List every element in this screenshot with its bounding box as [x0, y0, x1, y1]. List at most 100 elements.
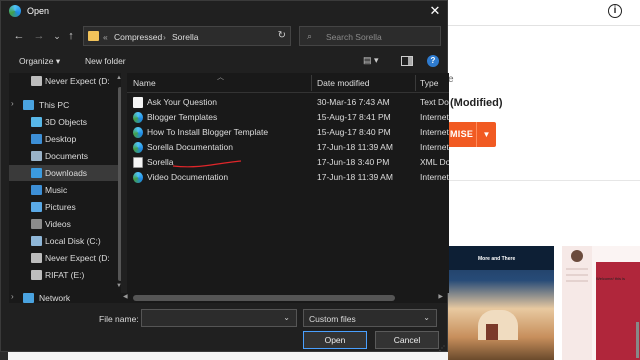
file-type: Text Do: [420, 97, 449, 107]
chevron-down-icon[interactable]: ▼: [476, 122, 496, 147]
buy-button-label: MISE: [450, 129, 474, 139]
resize-grip-icon[interactable]: ⋰: [439, 345, 447, 353]
breadcrumb-overflow[interactable]: «: [103, 32, 108, 42]
close-icon[interactable]: ✕: [427, 3, 443, 19]
theme-title: (Modified): [450, 97, 503, 109]
thumbnail-building: [478, 310, 518, 340]
address-bar[interactable]: « Compressed › Sorella ⌄ ↻: [83, 26, 343, 46]
breadcrumb-item[interactable]: Compressed: [114, 32, 162, 42]
edge-icon: [9, 5, 21, 17]
search-icon: ⌕: [307, 31, 313, 41]
column-date-modified[interactable]: Date modified: [317, 78, 369, 88]
column-divider[interactable]: [311, 75, 312, 91]
sort-ascending-icon: ︿: [217, 74, 224, 81]
desktop-icon: [31, 134, 42, 144]
thumbnail-line: [566, 280, 588, 282]
back-arrow-icon[interactable]: ←: [11, 27, 27, 45]
sidebar-item-videos[interactable]: Videos: [9, 216, 121, 232]
file-list: ︿ Name Date modified Type Ask Your Quest…: [127, 73, 449, 293]
column-type[interactable]: Type: [420, 78, 438, 88]
folder-icon: [88, 31, 99, 41]
up-arrow-icon[interactable]: ↑: [63, 27, 79, 45]
scroll-right-icon[interactable]: ▶: [438, 293, 443, 300]
sidebar-item-network[interactable]: › Network: [9, 290, 121, 303]
search-box[interactable]: ⌕ Search Sorella: [299, 26, 441, 46]
file-type: Internet: [420, 127, 449, 137]
sidebar-item-local-disk-c[interactable]: Local Disk (C:): [9, 233, 121, 249]
view-options-icon[interactable]: ▤ ▾: [363, 55, 379, 66]
column-name[interactable]: Name: [133, 78, 156, 88]
sidebar-item-label: Videos: [45, 219, 71, 229]
chevron-right-icon[interactable]: ›: [11, 292, 14, 301]
file-row[interactable]: Sorella 17-Jun-18 3:40 PM XML Do: [127, 155, 449, 170]
preview-pane-icon[interactable]: [401, 56, 413, 66]
forward-arrow-icon[interactable]: →: [31, 27, 47, 45]
sidebar-item-downloads[interactable]: Downloads: [9, 165, 121, 181]
refresh-icon[interactable]: ↻: [278, 30, 286, 41]
file-row[interactable]: How To Install Blogger Template 15-Aug-1…: [127, 125, 449, 140]
file-date: 15-Aug-17 8:41 PM: [317, 112, 391, 122]
file-row[interactable]: Ask Your Question 30-Mar-16 7:43 AM Text…: [127, 95, 449, 110]
sidebar-item-label: Music: [45, 185, 68, 195]
sidebar-item-label: Downloads: [45, 168, 88, 178]
file-name: Blogger Templates: [147, 112, 218, 122]
organize-button[interactable]: Organize ▾: [19, 56, 60, 67]
drive-icon: [31, 76, 42, 86]
sidebar-item-label: Desktop: [45, 134, 77, 144]
scroll-left-icon[interactable]: ◀: [123, 293, 128, 300]
file-name: How To Install Blogger Template: [147, 127, 269, 137]
sidebar-item-this-pc[interactable]: › This PC: [9, 97, 121, 113]
dialog-title: Open: [27, 6, 50, 16]
file-row[interactable]: Video Documentation 17-Jun-18 11:39 AM I…: [127, 170, 449, 185]
new-folder-button[interactable]: New folder: [85, 56, 126, 66]
column-header: ︿ Name Date modified Type: [127, 73, 449, 93]
file-row[interactable]: Sorella Documentation 17-Jun-18 11:39 AM…: [127, 140, 449, 155]
file-name-input[interactable]: ⌄: [141, 309, 297, 327]
file-date: 17-Jun-18 3:40 PM: [317, 157, 390, 167]
sidebar-item-documents[interactable]: Documents: [9, 148, 121, 164]
chevron-down-icon[interactable]: ⌄: [283, 313, 290, 322]
chevron-down-icon[interactable]: ⌄: [423, 313, 430, 322]
page-scrollbar[interactable]: [636, 322, 639, 358]
sidebar-item-desktop[interactable]: Desktop: [9, 131, 121, 147]
buy-button[interactable]: MISE ▼: [448, 122, 496, 147]
xml-file-icon: [133, 157, 143, 168]
file-row[interactable]: Blogger Templates 15-Aug-17 8:41 PM Inte…: [127, 110, 449, 125]
cube-icon: [31, 117, 42, 127]
open-button[interactable]: Open: [303, 331, 367, 349]
cancel-button[interactable]: Cancel: [375, 331, 439, 349]
sidebar-item-music[interactable]: Music: [9, 182, 121, 198]
info-icon[interactable]: i: [608, 4, 622, 18]
sidebar-item-pictures[interactable]: Pictures: [9, 199, 121, 215]
thumbnail-title: More and There: [478, 256, 516, 262]
column-divider[interactable]: [415, 75, 416, 91]
file-name: Video Documentation: [147, 172, 229, 182]
help-icon[interactable]: ?: [427, 55, 439, 67]
file-date: 17-Jun-18 11:39 AM: [317, 142, 393, 152]
sidebar-item-label: Never Expect (D:: [45, 253, 110, 263]
sidebar-item-never-expect-d[interactable]: Never Expect (D:: [9, 73, 121, 89]
scroll-down-icon[interactable]: ▼: [116, 283, 121, 289]
scrollbar-thumb[interactable]: [133, 295, 395, 301]
sidebar-item-rifat-e[interactable]: RIFAT (E:): [9, 267, 121, 283]
file-type: Internet: [420, 142, 449, 152]
scroll-up-icon[interactable]: ▲: [116, 75, 121, 81]
thumbnail-sidebar: [562, 246, 592, 360]
horizontal-scrollbar[interactable]: ◀ ▶: [121, 293, 447, 303]
sidebar-item-never-expect-d[interactable]: Never Expect (D:: [9, 250, 121, 266]
file-type-filter[interactable]: Custom files ⌄: [303, 309, 437, 327]
pictures-icon: [31, 202, 42, 212]
breadcrumb-item[interactable]: Sorella: [172, 32, 198, 42]
file-date: 17-Jun-18 11:39 AM: [317, 172, 393, 182]
theme-preview-thumbnail[interactable]: More and There: [448, 246, 554, 360]
drive-icon: [31, 270, 42, 280]
chevron-right-icon[interactable]: ›: [11, 99, 14, 108]
sidebar-item-3d-objects[interactable]: 3D Objects: [9, 114, 121, 130]
drive-icon: [31, 236, 42, 246]
title-bar: Open ✕: [1, 1, 447, 21]
sidebar-item-label: Never Expect (D:: [45, 76, 110, 86]
theme-preview-thumbnail[interactable]: Welcome/ this is: [562, 246, 640, 360]
search-input[interactable]: Search Sorella: [326, 32, 382, 42]
navigation-scrollbar[interactable]: [118, 87, 121, 281]
edge-shortcut-icon: [133, 172, 143, 183]
